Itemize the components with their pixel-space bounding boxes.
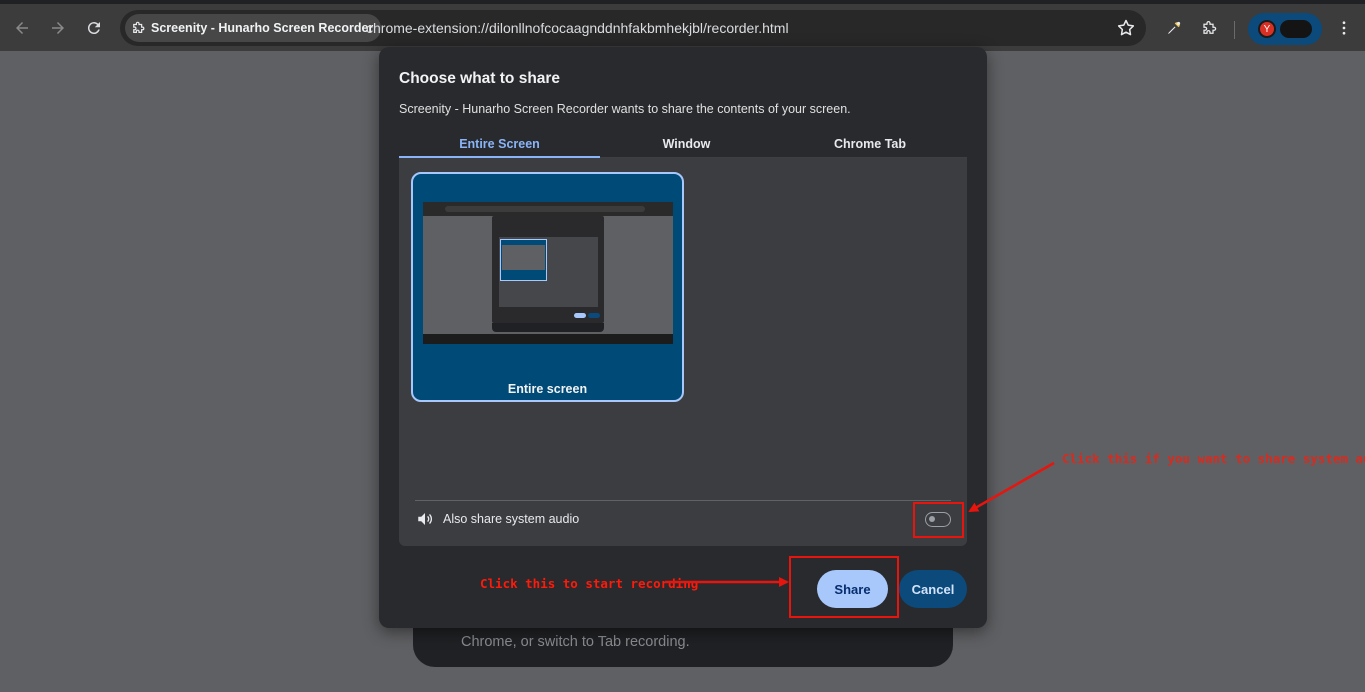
address-bar[interactable]: Screenity - Hunarho Screen Recorder chro… [120, 10, 1146, 46]
toolbar-separator [1234, 21, 1235, 39]
entire-screen-tile[interactable]: Entire screen [411, 172, 684, 402]
share-button-highlight [789, 556, 899, 618]
cancel-button[interactable]: Cancel [899, 570, 967, 608]
source-panel: Entire screen Also share system audio [399, 158, 967, 546]
source-tabs: Entire Screen Window Chrome Tab [399, 130, 967, 158]
audio-hint-text: Click this if you want to share system a… [1062, 451, 1365, 466]
menu-icon[interactable] [1330, 14, 1358, 42]
speaker-icon [418, 513, 432, 525]
star-icon[interactable] [1116, 18, 1136, 38]
back-icon[interactable] [8, 14, 36, 42]
profile-name-redacted [1280, 20, 1312, 38]
audio-toggle-highlight [913, 502, 964, 538]
reload-icon[interactable] [80, 14, 108, 42]
tab-chrome-tab[interactable]: Chrome Tab [773, 130, 967, 158]
background-card-text: Chrome, or switch to Tab recording. [461, 634, 690, 650]
audio-divider [415, 500, 951, 501]
avatar: Y [1258, 20, 1276, 38]
forward-icon[interactable] [44, 14, 72, 42]
share-dialog: Choose what to share Screenity - Hunarho… [379, 47, 987, 628]
tab-window[interactable]: Window [600, 130, 773, 158]
audio-label: Also share system audio [443, 512, 580, 526]
site-chip-label: Screenity - Hunarho Screen Recorder [151, 21, 374, 35]
url-text[interactable]: chrome-extension://dilonllnofcocaagnddnh… [366, 20, 789, 36]
browser-toolbar: Screenity - Hunarho Screen Recorder chro… [0, 0, 1365, 51]
tab-entire-screen[interactable]: Entire Screen [399, 130, 600, 158]
tile-label: Entire screen [507, 382, 588, 396]
site-chip[interactable]: Screenity - Hunarho Screen Recorder [125, 14, 382, 42]
share-hint-text: Click this to start recording [480, 576, 699, 591]
dialog-subtitle: Screenity - Hunarho Screen Recorder want… [399, 102, 851, 116]
puzzle-icon[interactable] [1196, 14, 1224, 42]
profile-button[interactable]: Y [1248, 13, 1322, 45]
eyedropper-icon[interactable] [1160, 14, 1188, 42]
dialog-title: Choose what to share [399, 70, 561, 87]
screen-thumbnail [423, 202, 673, 344]
extension-icon [133, 21, 145, 33]
